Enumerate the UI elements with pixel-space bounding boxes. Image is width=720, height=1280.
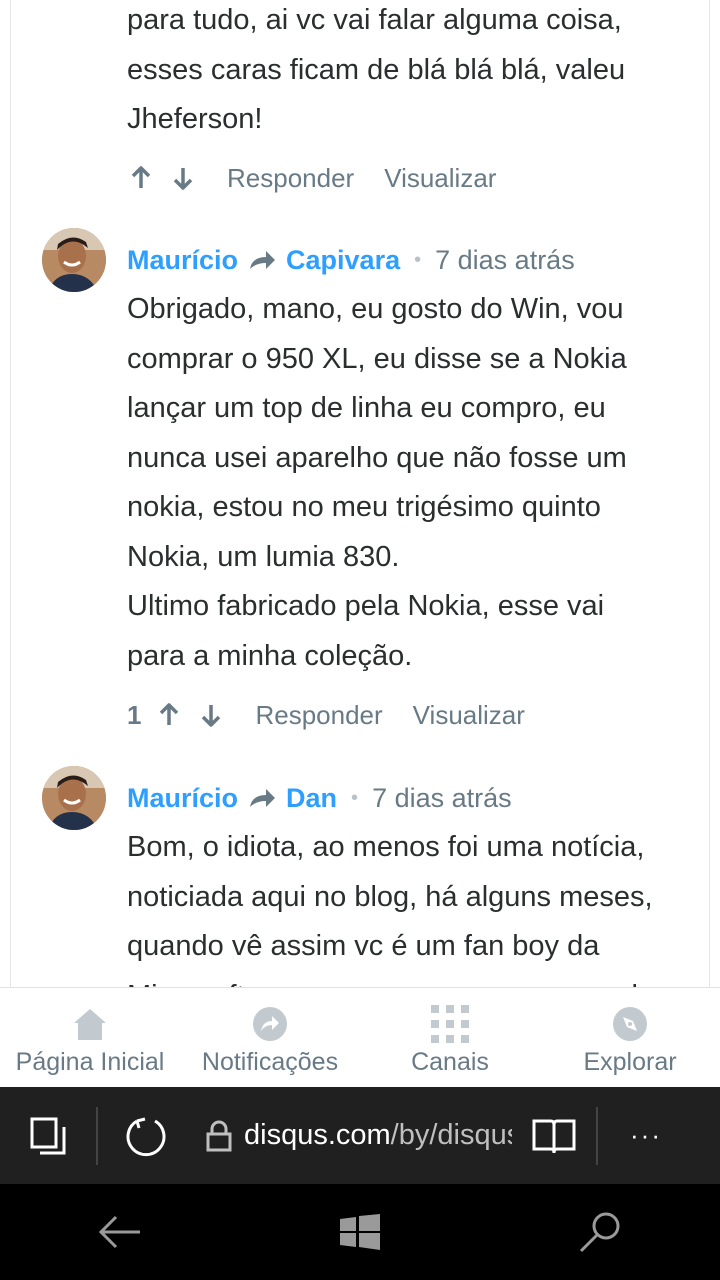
- avatar[interactable]: [42, 766, 106, 830]
- search-icon: [579, 1212, 620, 1253]
- comment-body: para tudo, ai vc vai falar alguma coisa,…: [127, 0, 687, 145]
- comment-line: noticiada aqui no blog, há alguns meses,: [127, 880, 653, 913]
- refresh-icon: [126, 1117, 166, 1156]
- comment-line: comprar o 950 XL, eu disse se a Nokia: [127, 342, 627, 375]
- browser-toolbar: disqus.com/by/disqus ···: [0, 1087, 720, 1184]
- thread-rail-right: [709, 0, 710, 987]
- comment-line: Microsoft, esses caras que veem que ele: [127, 972, 687, 988]
- comment-line: Ultimo fabricado pela Nokia, esse vai: [127, 590, 605, 622]
- comment-header: Maurício Capivara • 7 dias atrás: [127, 240, 575, 280]
- comment-thread: para tudo, ai vc vai falar alguma coisa,…: [0, 0, 720, 987]
- nav-item-home[interactable]: Página Inicial: [0, 988, 180, 1087]
- avatar-photo: [42, 766, 106, 830]
- thread-rail-left: [10, 0, 11, 987]
- grid-icon: [431, 1004, 469, 1044]
- downvote-button[interactable]: [197, 701, 225, 729]
- book-icon: [532, 1119, 576, 1153]
- reply-arrow-icon: [248, 787, 276, 809]
- upvote-button[interactable]: [155, 701, 183, 729]
- reply-link[interactable]: Responder: [227, 163, 354, 194]
- comment-line: nunca usei aparelho que não fosse um: [127, 441, 627, 474]
- tabs-icon: [30, 1117, 66, 1154]
- reply-target-author[interactable]: Capivara: [286, 245, 400, 276]
- comment-line: Obrigado, mano, eu gosto do Win, vou: [127, 293, 624, 325]
- system-nav-bar: [0, 1184, 720, 1280]
- arrow-up-icon: [131, 166, 151, 188]
- arrow-down-icon: [202, 705, 221, 727]
- nav-label: Explorar: [583, 1048, 677, 1076]
- comment-line: Nokia, um lumia 830.: [127, 540, 400, 573]
- url-domain: disqus.com: [244, 1119, 391, 1151]
- home-icon: [72, 1004, 108, 1044]
- nav-item-notifications[interactable]: Notificações: [180, 988, 360, 1087]
- comment-line: nokia, estou no meu trigésimo quinto: [127, 491, 601, 523]
- meta-separator: •: [351, 786, 359, 809]
- comment-line: para tudo, ai vc vai falar alguma coisa,: [127, 4, 622, 36]
- start-button[interactable]: [300, 1184, 420, 1280]
- comment-author[interactable]: Maurício: [127, 245, 238, 276]
- view-link[interactable]: Visualizar: [413, 700, 525, 731]
- compass-icon: [612, 1004, 648, 1044]
- arrow-down-icon: [173, 168, 193, 190]
- address-bar[interactable]: disqus.com/by/disqus: [194, 1087, 512, 1184]
- comment-line: Bom, o idiota, ao menos foi uma notícia,: [127, 831, 645, 863]
- vote-count: 1: [127, 699, 142, 730]
- nav-item-channels[interactable]: Canais: [360, 988, 540, 1087]
- reply-arrow-icon: [248, 249, 276, 271]
- url-text[interactable]: disqus.com/by/disqus: [244, 1119, 512, 1152]
- nav-label: Canais: [411, 1048, 489, 1076]
- upvote-button[interactable]: [127, 164, 155, 192]
- avatar[interactable]: [42, 228, 106, 292]
- reading-view-button[interactable]: [512, 1087, 596, 1184]
- nav-label: Página Inicial: [15, 1048, 165, 1076]
- comment-line: Jheferson!: [127, 103, 263, 135]
- downvote-button[interactable]: [169, 164, 197, 192]
- app-bottom-nav: Página Inicial Notificações Canais Explo…: [0, 987, 720, 1087]
- avatar-photo: [42, 228, 106, 292]
- comment-body: Obrigado, mano, eu gosto do Win, vou com…: [127, 285, 687, 681]
- comment-line: lançar um top de linha eu compro, eu: [127, 392, 606, 424]
- more-button[interactable]: ···: [598, 1087, 694, 1184]
- refresh-button[interactable]: [98, 1087, 194, 1184]
- back-button[interactable]: [60, 1184, 180, 1280]
- lock-icon: [194, 1120, 244, 1152]
- search-button[interactable]: [540, 1184, 660, 1280]
- notification-share-icon: [252, 1004, 288, 1044]
- comment-body: Bom, o idiota, ao menos foi uma notícia,…: [127, 823, 687, 987]
- nav-label: Notificações: [201, 1048, 339, 1076]
- url-path: /by/disqus: [390, 1119, 512, 1151]
- nav-item-explore[interactable]: Explorar: [540, 988, 720, 1087]
- arrow-up-icon: [160, 703, 179, 725]
- comment-author[interactable]: Maurício: [127, 783, 238, 814]
- back-arrow-icon: [98, 1215, 140, 1249]
- reply-link[interactable]: Responder: [255, 700, 382, 731]
- reply-target-author[interactable]: Dan: [286, 783, 337, 814]
- comment-line: esses caras ficam de blá blá blá, valeu: [127, 53, 626, 86]
- view-link[interactable]: Visualizar: [384, 163, 496, 194]
- comment-header: Maurício Dan • 7 dias atrás: [127, 778, 512, 818]
- windows-logo-icon: [340, 1214, 380, 1250]
- comment-actions: 1 Responder Visualizar: [127, 695, 539, 735]
- comment-line: para a minha coleção.: [127, 639, 413, 672]
- comment-line: quando vê assim vc é um fan boy da: [127, 930, 600, 962]
- comment-actions: Responder Visualizar: [127, 158, 510, 198]
- comment-timestamp[interactable]: 7 dias atrás: [372, 783, 512, 814]
- tabs-button[interactable]: [0, 1087, 96, 1184]
- meta-separator: •: [414, 248, 422, 271]
- comment-timestamp[interactable]: 7 dias atrás: [435, 245, 575, 276]
